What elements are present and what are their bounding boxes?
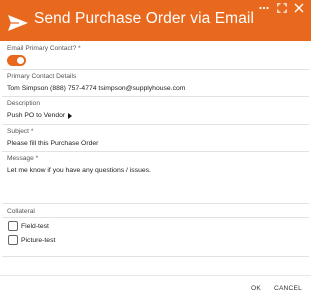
description-label: Description [7,100,40,107]
expand-icon[interactable] [277,3,287,13]
dialog-title: Send Purchase Order via Email [34,10,254,27]
message-textarea[interactable]: Let me know if you have any questions / … [7,167,151,174]
divider [2,151,309,152]
more-options-icon[interactable] [259,3,269,13]
field-test-label: Field-test [21,223,49,230]
primary-contact-details-label: Primary Contact Details [7,73,77,80]
picture-test-checkbox[interactable] [8,235,18,245]
collateral-label: Collateral [7,208,35,215]
primary-contact-details-value: Tom Simpson (888) 757-4774 tsimpson@supp… [7,85,186,92]
picture-test-label: Picture-test [21,237,56,244]
description-value: Push PO to Vendor [7,112,66,119]
ok-button[interactable]: OK [251,285,261,292]
close-icon[interactable] [294,3,304,13]
email-primary-contact-toggle[interactable] [7,55,26,66]
divider [2,203,309,204]
divider [2,96,309,97]
divider [2,124,309,125]
field-test-checkbox[interactable] [8,221,18,231]
email-primary-contact-label: Email Primary Contact? * [7,45,81,52]
expand-arrow-icon[interactable] [68,113,72,119]
dialog-footer: OK CANCEL [0,276,311,300]
subject-input[interactable]: Please fill this Purchase Order [7,140,98,147]
dialog-header: Send Purchase Order via Email [0,0,311,41]
divider [2,69,309,70]
subject-label: Subject * [7,128,34,135]
toggle-knob [17,57,24,64]
send-icon [8,15,28,31]
message-label: Message * [7,155,39,162]
cancel-button[interactable]: CANCEL [274,285,302,292]
divider [2,256,309,257]
divider [2,217,309,218]
